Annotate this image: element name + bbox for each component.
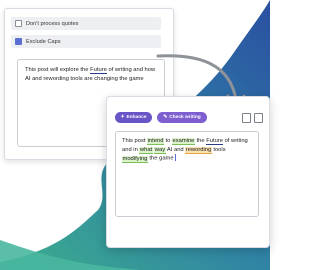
check-writing-button[interactable]: ✎ Check writing <box>157 112 207 123</box>
rewritten-text-area[interactable]: This post intend to examine the Future o… <box>115 131 259 217</box>
rewritten-text-card: ✦ Enhance ✎ Check writing This post inte… <box>106 96 270 248</box>
option-label: Don't process quotes <box>26 20 79 27</box>
option-exclude-caps[interactable]: Exclude Caps <box>11 35 161 48</box>
option-dont-process-quotes[interactable]: Don't process quotes <box>11 17 161 30</box>
changed-word: examine <box>172 138 195 145</box>
text-span: to <box>163 138 172 144</box>
sparkle-icon: ✦ <box>120 115 125 120</box>
check-writing-label: Check writing <box>169 115 201 120</box>
rewritten-text: This post intend to examine the Future o… <box>122 137 252 163</box>
changed-word: what <box>139 146 153 154</box>
text-span: This post will explore the <box>25 67 91 73</box>
text-span: the <box>194 138 207 144</box>
text-span: AI and <box>165 146 186 153</box>
underlined-word: Future <box>90 67 107 74</box>
flagged-word: rewording <box>185 146 212 154</box>
changed-word: intend <box>147 138 164 145</box>
original-text: This post will explore the Future of wri… <box>25 66 157 83</box>
pencil-icon: ✎ <box>163 115 168 120</box>
clipboard-icon[interactable] <box>254 113 263 123</box>
checkbox-checked-icon[interactable] <box>15 38 22 45</box>
text-span: the game <box>147 155 174 162</box>
copy-icon[interactable] <box>242 113 251 123</box>
text-span: This post <box>122 138 148 144</box>
changed-word: modifying <box>122 155 148 163</box>
enhance-button[interactable]: ✦ Enhance <box>115 112 152 123</box>
underlined-word: Future <box>206 138 223 145</box>
enhance-label: Enhance <box>126 115 147 120</box>
changed-word: way <box>154 146 166 154</box>
option-label: Exclude Caps <box>26 38 61 45</box>
text-span: tools <box>211 146 226 153</box>
text-cursor-icon <box>174 154 176 161</box>
checkbox-unchecked-icon[interactable] <box>15 20 22 27</box>
